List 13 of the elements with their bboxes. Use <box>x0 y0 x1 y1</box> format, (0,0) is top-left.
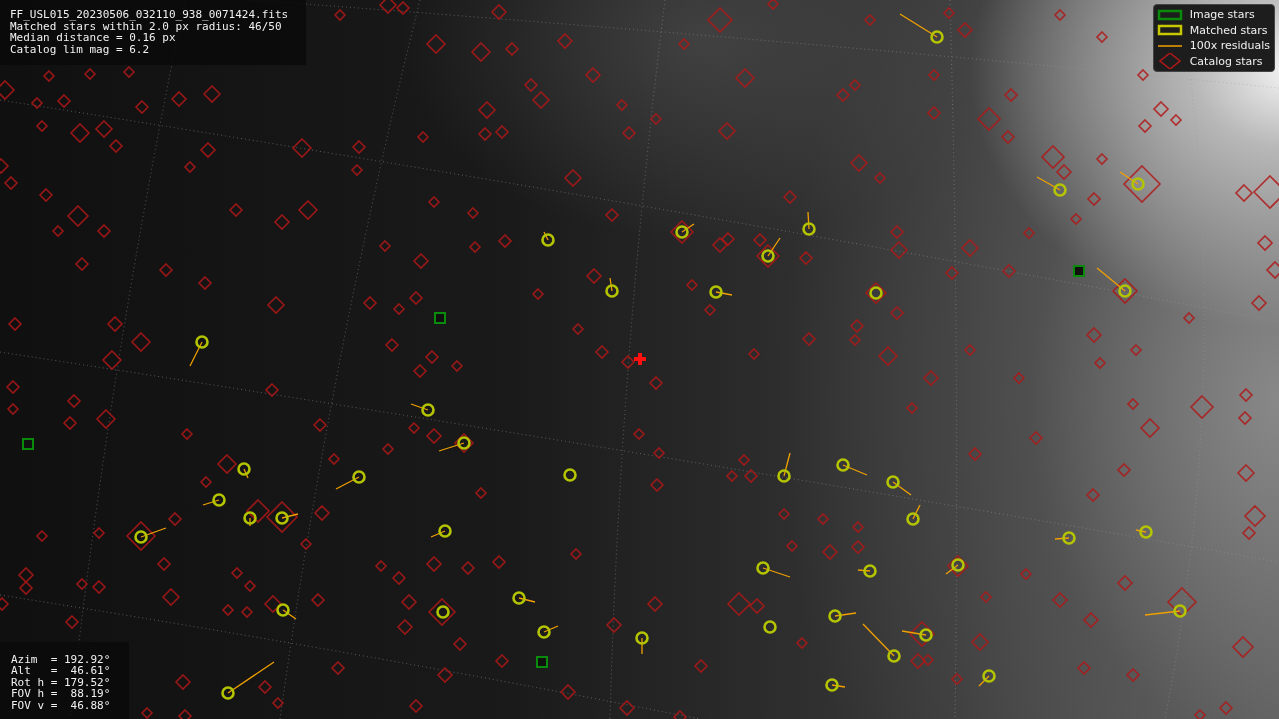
info-text: Catalog lim mag = 6.2 <box>10 43 151 55</box>
legend-label: Matched stars <box>1189 23 1268 37</box>
pointing-text: Alt = 46.61° <box>11 665 112 677</box>
pointing-text: FOV h = 88.19° <box>11 688 112 700</box>
info-text: Matched stars within 2.0 px radius: 46/50 <box>10 20 282 32</box>
legend-label: Image stars <box>1189 8 1255 22</box>
pointing-text: Rot h = 179.52° <box>11 676 112 688</box>
legend-label: Catalog stars <box>1189 54 1263 68</box>
pointing-text: FOV v = 46.88° <box>11 699 112 711</box>
legend-label: 100x residuals <box>1189 39 1270 53</box>
info-text: Median distance = 0.16 px <box>10 32 176 44</box>
info-text: FF_USL015_20230506_032110_938_0071424.fits <box>10 9 290 21</box>
pointing-text: Azim = 192.92° <box>11 653 112 665</box>
